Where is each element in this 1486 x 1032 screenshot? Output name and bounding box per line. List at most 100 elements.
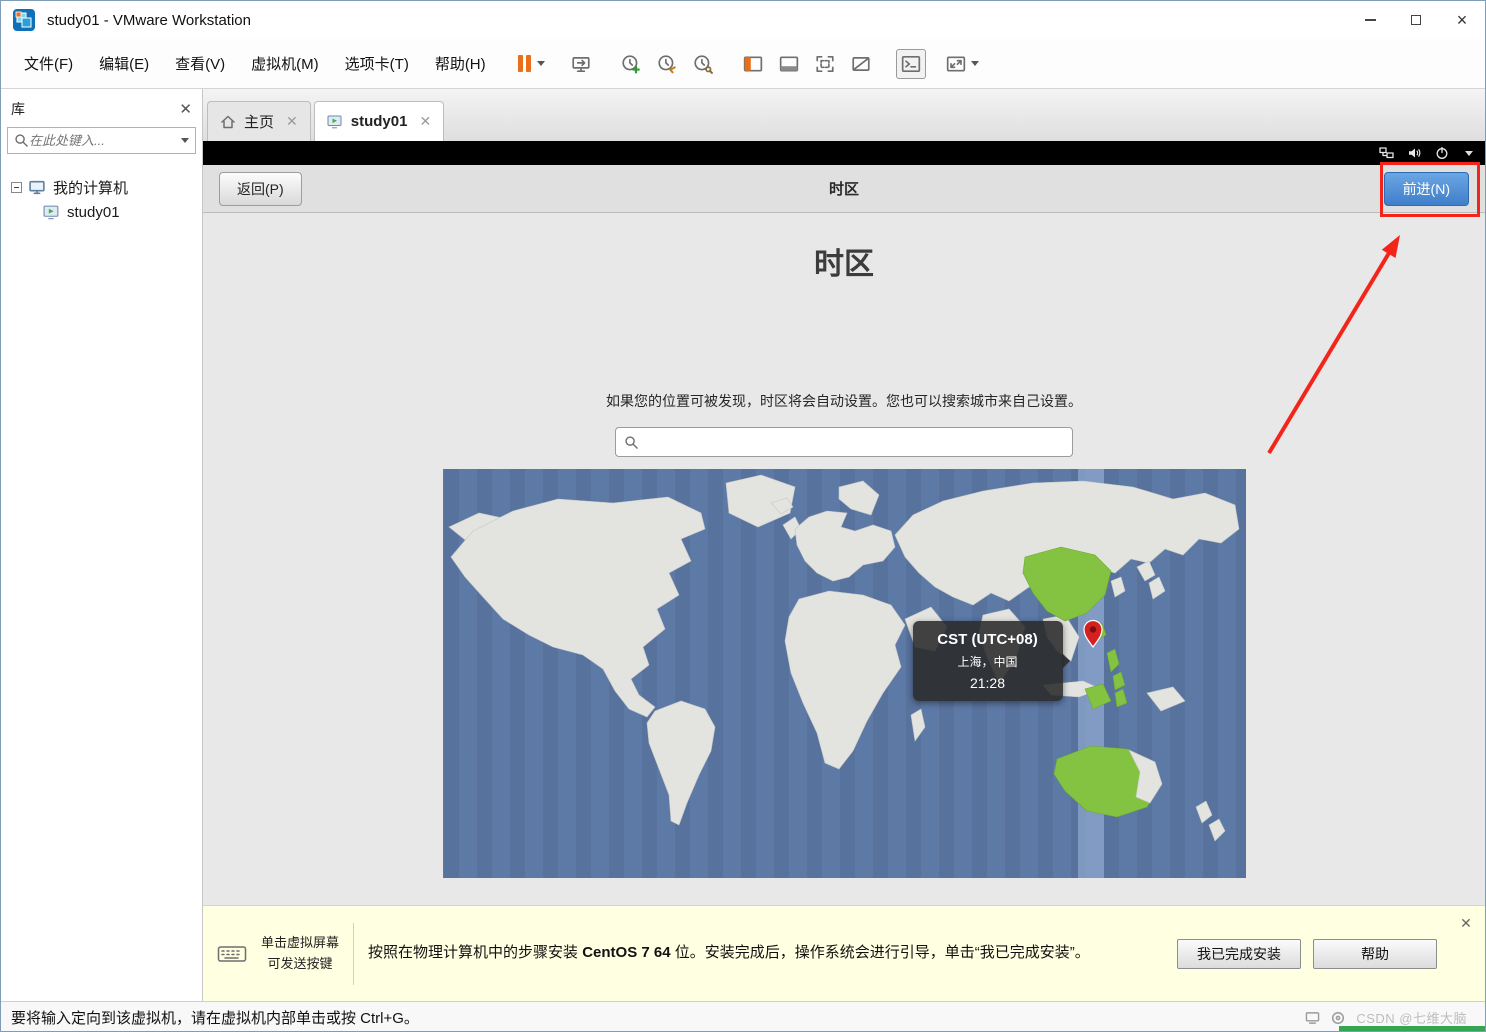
status-device-icon[interactable] (1305, 1011, 1320, 1025)
take-snapshot-icon (622, 54, 640, 73)
timezone-search-box[interactable] (615, 427, 1073, 457)
status-bar: 要将输入定向到该虚拟机，请在虚拟机内部单击或按 Ctrl+G。 CSDN @七维… (1, 1001, 1485, 1031)
window-title: study01 - VMware Workstation (47, 11, 251, 29)
send-ctrl-alt-del-button[interactable] (566, 49, 596, 79)
tab-close-icon[interactable]: ✕ (286, 113, 298, 130)
back-button[interactable]: 返回(P) (219, 171, 302, 206)
library-title: 库 (11, 101, 25, 117)
show-library-button[interactable] (738, 49, 768, 79)
status-message: 要将输入定向到该虚拟机，请在虚拟机内部单击或按 Ctrl+G。 (11, 1010, 419, 1027)
autofit-guest-button[interactable] (846, 49, 876, 79)
library-close-icon[interactable]: ✕ (179, 100, 192, 118)
vm-icon (43, 205, 59, 220)
timezone-tooltip: CST (UTC+08) 上海，中国 21:28 (912, 621, 1070, 701)
fullscreen-button[interactable] (946, 49, 979, 79)
keyboard-icon (217, 945, 247, 962)
console-view-icon (901, 55, 920, 72)
menu-file[interactable]: 文件(F) (11, 46, 86, 81)
tooltip-city: 上海，中国 (957, 655, 1018, 669)
fullscreen-icon (946, 56, 965, 71)
show-thumbnail-bar-icon (779, 56, 798, 71)
menu-tabs[interactable]: 选项卡(T) (332, 46, 422, 81)
library-search-input[interactable] (29, 133, 176, 148)
location-pin-icon (1082, 619, 1103, 649)
console-view-button[interactable] (895, 48, 926, 79)
close-button[interactable]: × (1439, 1, 1485, 39)
tooltip-time: 21:28 (969, 675, 1006, 691)
maximize-button[interactable] (1393, 1, 1439, 39)
hint-message: 按照在物理计算机中的步骤安装 CentOS 7 64 位。安装完成后，操作系统会… (368, 944, 1090, 962)
world-map[interactable] (443, 469, 1246, 878)
menu-view[interactable]: 查看(V) (162, 46, 238, 81)
tooltip-timezone: CST (UTC+08) (937, 631, 1038, 648)
pause-vm-button[interactable] (516, 49, 546, 79)
fullscreen-dropdown-caret-icon[interactable] (970, 61, 979, 66)
vm-icon (327, 115, 342, 128)
library-tree: 我的计算机 study01 (1, 160, 202, 238)
autofit-guest-icon (852, 56, 870, 71)
library-search-box[interactable] (7, 127, 196, 154)
pause-icon (517, 55, 523, 72)
show-library-icon (743, 56, 762, 71)
tab-close-icon[interactable]: ✕ (419, 113, 431, 130)
tab-study01[interactable]: study01 ✕ (313, 101, 445, 141)
computer-icon (29, 180, 45, 195)
minimize-button[interactable] (1347, 1, 1393, 39)
installer-body: 时区 如果您的位置可被发现，时区将会自动设置。您也可以搜索城市来自己设置。 CS… (203, 213, 1485, 905)
watermark-text: CSDN @七维大脑 (1356, 1011, 1467, 1026)
manage-snapshots-button[interactable] (688, 49, 718, 79)
hint-close-icon[interactable]: ✕ (1457, 914, 1475, 932)
tab-home[interactable]: 主页 ✕ (207, 101, 311, 141)
tree-item-study01[interactable]: study01 (9, 201, 194, 224)
fit-guest-icon (816, 55, 834, 72)
library-panel: 库 ✕ 我的计算机 (1, 89, 203, 1001)
menu-edit[interactable]: 编辑(E) (86, 46, 162, 81)
hint-left-text: 单击虚拟屏幕 可发送按键 (261, 934, 340, 971)
take-snapshot-button[interactable] (616, 49, 646, 79)
menu-bar: 文件(F) 编辑(E) 查看(V) 虚拟机(M) 选项卡(T) 帮助(H) (1, 39, 1485, 89)
taskbar-sliver (1339, 1026, 1485, 1031)
show-thumbnail-bar-button[interactable] (774, 49, 804, 79)
vmware-workstation-window: study01 - VMware Workstation × 文件(F) 编辑(… (0, 0, 1486, 1032)
minimize-icon (1364, 19, 1376, 21)
network-icon (1379, 147, 1394, 159)
toolbar (513, 48, 982, 79)
search-icon (625, 435, 638, 449)
finished-installing-button[interactable]: 我已完成安装 (1177, 938, 1301, 969)
home-icon (221, 115, 235, 128)
installer-header: 时区 返回(P) 前进(N) (203, 165, 1485, 213)
title-bar: study01 - VMware Workstation × (1, 1, 1485, 39)
fit-guest-button[interactable] (810, 49, 840, 79)
collapse-icon[interactable] (11, 182, 22, 193)
timezone-map[interactable]: CST (UTC+08) 上海，中国 21:28 (442, 469, 1246, 878)
instruction-text: 如果您的位置可被发现，时区将会自动设置。您也可以搜索城市来自己设置。 (606, 393, 1082, 409)
help-button[interactable]: 帮助 (1313, 938, 1437, 969)
revert-snapshot-button[interactable] (652, 49, 682, 79)
tree-item-my-computer[interactable]: 我的计算机 (9, 174, 194, 201)
status-notify-icon[interactable] (1331, 1011, 1345, 1025)
close-icon: × (1456, 10, 1468, 30)
timezone-search-input[interactable] (646, 434, 1064, 450)
tab-label: study01 (350, 113, 408, 130)
menu-vm[interactable]: 虚拟机(M) (238, 46, 332, 81)
power-icon (1436, 146, 1448, 159)
volume-icon (1409, 148, 1421, 158)
installer-header-title: 时区 (828, 181, 859, 198)
hint-bar: 单击虚拟屏幕 可发送按键 按照在物理计算机中的步骤安装 CentOS 7 64 … (203, 905, 1485, 1001)
forward-button[interactable]: 前进(N) (1383, 171, 1469, 206)
tree-item-label: study01 (67, 204, 120, 221)
pause-dropdown-caret-icon[interactable] (537, 61, 546, 66)
hint-divider (353, 922, 355, 985)
maximize-icon (1411, 15, 1421, 25)
page-title: 时区 (814, 248, 874, 281)
search-dropdown-caret-icon[interactable] (181, 138, 189, 143)
send-ctrl-alt-del-icon (572, 56, 590, 72)
menu-help[interactable]: 帮助(H) (422, 46, 499, 81)
tree-item-label: 我的计算机 (53, 180, 129, 197)
tab-label: 主页 (244, 114, 275, 131)
tab-strip: 主页 ✕ study01 ✕ (203, 89, 1485, 141)
vm-console[interactable]: 时区 返回(P) 前进(N) 时区 如果您的位置可被发现，时区将会自动设置。您也… (203, 141, 1485, 905)
manage-snapshots-icon (694, 54, 713, 74)
guest-menu-caret-icon[interactable] (1465, 150, 1473, 156)
vmware-logo-icon (13, 9, 35, 31)
